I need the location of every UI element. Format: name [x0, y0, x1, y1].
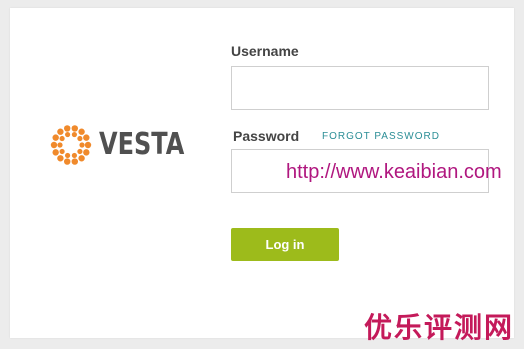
username-label: Username: [231, 43, 299, 59]
forgot-password-link[interactable]: FORGOT PASSWORD: [322, 131, 440, 142]
logo-text: VESTA: [99, 127, 185, 162]
logo: VESTA: [50, 124, 206, 166]
vesta-ring-icon: [50, 124, 92, 166]
watermark-url: http://www.keaibian.com: [286, 161, 502, 183]
login-button[interactable]: Log in: [231, 228, 339, 261]
password-label: Password: [233, 128, 300, 144]
watermark-text: 优乐评测网: [364, 311, 515, 344]
username-input[interactable]: [231, 66, 489, 110]
